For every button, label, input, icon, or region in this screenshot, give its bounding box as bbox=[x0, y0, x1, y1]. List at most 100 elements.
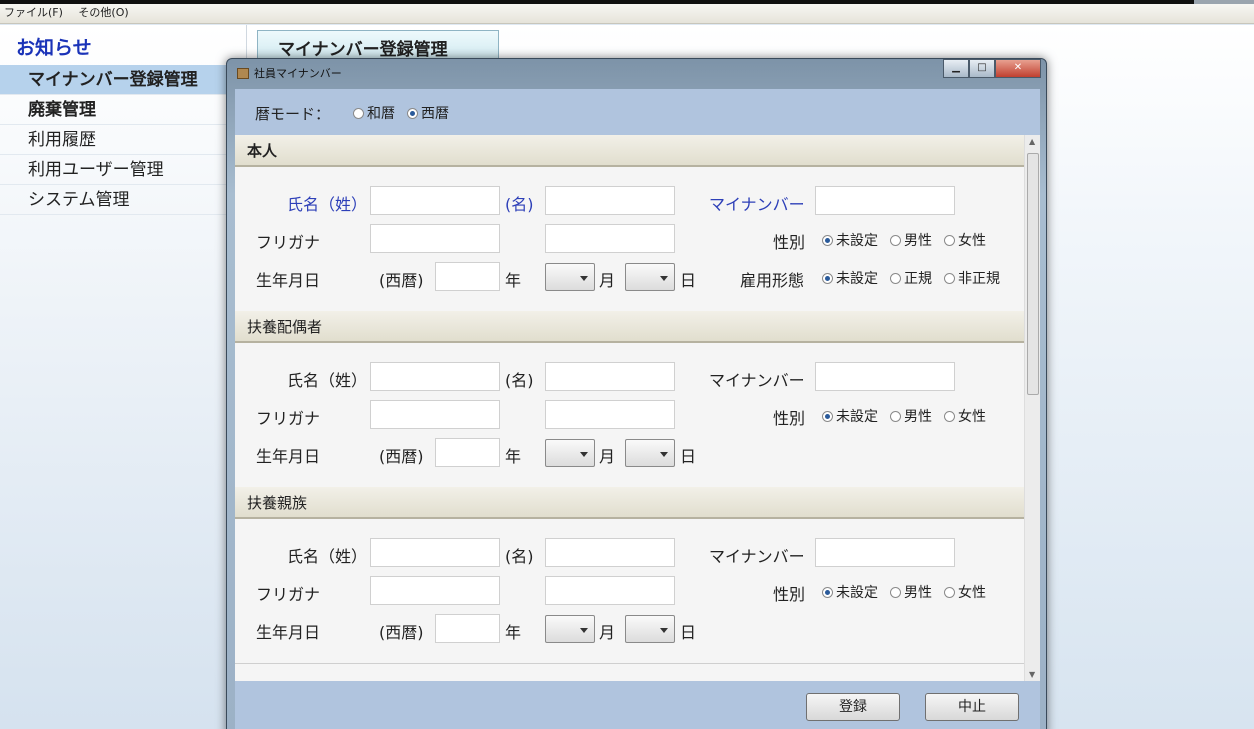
radio-spouse-gender-female[interactable]: 女性 bbox=[944, 406, 986, 426]
sidebar-nav: お知らせ マイナンバー登録管理 廃棄管理 利用履歴 利用ユーザー管理 システム管… bbox=[0, 25, 247, 729]
birth-month-dropdown[interactable] bbox=[545, 263, 595, 291]
vertical-scrollbar[interactable]: ▲ ▼ bbox=[1024, 135, 1040, 681]
spouse-birth-day-dropdown[interactable] bbox=[625, 439, 675, 467]
birth-year-input[interactable] bbox=[435, 262, 500, 291]
section-divider bbox=[235, 663, 1024, 664]
calendar-mode-options: 和暦 西暦 bbox=[353, 103, 461, 123]
radio-employment-regular[interactable]: 正規 bbox=[890, 268, 932, 288]
scroll-up-icon[interactable]: ▲ bbox=[1029, 137, 1035, 146]
scroll-down-icon[interactable]: ▼ bbox=[1029, 670, 1035, 679]
register-button[interactable]: 登録 bbox=[806, 693, 900, 721]
mynumber-label: マイナンバー bbox=[709, 195, 805, 214]
employee-mynumber-dialog: 社員マイナンバー ▁ □ ✕ 暦モード： 和暦 西暦 本人 氏名（姓） (名) … bbox=[226, 58, 1047, 729]
dependent-year-unit: 年 bbox=[505, 623, 522, 642]
spouse-gender-options: 未設定 男性 女性 bbox=[822, 406, 998, 426]
dependent-mynumber-label: マイナンバー bbox=[709, 547, 805, 566]
spouse-given-input[interactable] bbox=[545, 362, 675, 391]
dependent-surname-input[interactable] bbox=[370, 538, 500, 567]
dialog-title-text: 社員マイナンバー bbox=[254, 67, 342, 80]
dependent-furigana-given-input[interactable] bbox=[545, 576, 675, 605]
furigana-given-input[interactable] bbox=[545, 224, 675, 253]
spouse-furigana-given-input[interactable] bbox=[545, 400, 675, 429]
gender-label: 性別 bbox=[773, 233, 806, 252]
cancel-button[interactable]: 中止 bbox=[925, 693, 1019, 721]
radio-dependent-gender-male[interactable]: 男性 bbox=[890, 582, 932, 602]
spouse-furigana-label: フリガナ bbox=[256, 409, 321, 428]
app-menubar: ファイル(F) その他(O) bbox=[0, 4, 1254, 24]
radio-dependent-gender-unset[interactable]: 未設定 bbox=[822, 582, 878, 602]
section-heading-spouse: 扶養配偶者 bbox=[235, 311, 1024, 343]
calendar-mode-label: 暦モード： bbox=[255, 105, 331, 123]
sidebar-item-users[interactable]: 利用ユーザー管理 bbox=[0, 155, 247, 185]
dependent-gender-label: 性別 bbox=[773, 585, 806, 604]
nav-title[interactable]: お知らせ bbox=[16, 33, 92, 60]
dependent-given-label: (名) bbox=[505, 547, 534, 566]
spouse-birth-year-input[interactable] bbox=[435, 438, 500, 467]
radio-gender-male[interactable]: 男性 bbox=[890, 230, 932, 250]
radio-gender-female[interactable]: 女性 bbox=[944, 230, 986, 250]
dependent-birth-day-dropdown[interactable] bbox=[625, 615, 675, 643]
gender-options: 未設定 男性 女性 bbox=[822, 230, 998, 250]
dependent-mynumber-input[interactable] bbox=[815, 538, 955, 567]
radio-seireki[interactable]: 西暦 bbox=[407, 103, 449, 123]
radio-wareki[interactable]: 和暦 bbox=[353, 103, 395, 123]
section-heading-self: 本人 bbox=[235, 135, 1024, 167]
furigana-surname-input[interactable] bbox=[370, 224, 500, 253]
dependent-gender-options: 未設定 男性 女性 bbox=[822, 582, 998, 602]
year-unit: 年 bbox=[505, 271, 522, 290]
spouse-gender-label: 性別 bbox=[773, 409, 806, 428]
surname-label: 氏名（姓） bbox=[287, 195, 368, 214]
scrollbar-thumb[interactable] bbox=[1027, 153, 1039, 395]
spouse-birth-month-dropdown[interactable] bbox=[545, 439, 595, 467]
window-controls: ▁ □ ✕ bbox=[943, 59, 1041, 79]
spouse-year-unit: 年 bbox=[505, 447, 522, 466]
spouse-given-label: (名) bbox=[505, 371, 534, 390]
month-unit: 月 bbox=[599, 271, 616, 290]
spouse-surname-label: 氏名（姓） bbox=[287, 371, 368, 390]
birth-day-dropdown[interactable] bbox=[625, 263, 675, 291]
radio-employment-unset[interactable]: 未設定 bbox=[822, 268, 878, 288]
furigana-label: フリガナ bbox=[256, 233, 321, 252]
menu-other[interactable]: その他(O) bbox=[78, 6, 128, 19]
mynumber-input[interactable] bbox=[815, 186, 955, 215]
app-icon bbox=[237, 68, 249, 79]
sidebar-item-system[interactable]: システム管理 bbox=[0, 185, 247, 215]
radio-spouse-gender-unset[interactable]: 未設定 bbox=[822, 406, 878, 426]
spouse-surname-input[interactable] bbox=[370, 362, 500, 391]
spouse-mynumber-label: マイナンバー bbox=[709, 371, 805, 390]
dependent-month-unit: 月 bbox=[599, 623, 616, 642]
menu-file[interactable]: ファイル(F) bbox=[4, 6, 63, 19]
birthdate-label: 生年月日 bbox=[256, 271, 321, 290]
sidebar-item-history[interactable]: 利用履歴 bbox=[0, 125, 247, 155]
spouse-day-unit: 日 bbox=[680, 447, 697, 466]
radio-spouse-gender-male[interactable]: 男性 bbox=[890, 406, 932, 426]
minimize-button[interactable]: ▁ bbox=[943, 59, 969, 78]
dependent-birth-month-dropdown[interactable] bbox=[545, 615, 595, 643]
dependent-furigana-surname-input[interactable] bbox=[370, 576, 500, 605]
dependent-birthdate-label: 生年月日 bbox=[256, 623, 321, 642]
surname-input[interactable] bbox=[370, 186, 500, 215]
spouse-era-label: (西暦) bbox=[379, 447, 424, 466]
dependent-given-input[interactable] bbox=[545, 538, 675, 567]
calendar-mode-bar: 暦モード： 和暦 西暦 bbox=[235, 89, 1040, 135]
spouse-mynumber-input[interactable] bbox=[815, 362, 955, 391]
dependent-surname-label: 氏名（姓） bbox=[287, 547, 368, 566]
radio-dependent-gender-female[interactable]: 女性 bbox=[944, 582, 986, 602]
day-unit: 日 bbox=[680, 271, 697, 290]
given-name-input[interactable] bbox=[545, 186, 675, 215]
employment-label: 雇用形態 bbox=[740, 271, 805, 290]
spouse-furigana-surname-input[interactable] bbox=[370, 400, 500, 429]
radio-gender-unset[interactable]: 未設定 bbox=[822, 230, 878, 250]
spouse-month-unit: 月 bbox=[599, 447, 616, 466]
given-name-label: (名) bbox=[505, 195, 534, 214]
close-button[interactable]: ✕ bbox=[995, 59, 1041, 78]
section-heading-dependents: 扶養親族 bbox=[235, 487, 1024, 519]
sidebar-item-mynumber[interactable]: マイナンバー登録管理 bbox=[0, 65, 247, 95]
sidebar-item-disposal[interactable]: 廃棄管理 bbox=[0, 95, 247, 125]
form-scroll-area: 本人 氏名（姓） (名) マイナンバー フリガナ 性別 未設定 男性 女性 生年… bbox=[235, 135, 1040, 681]
dependent-birth-year-input[interactable] bbox=[435, 614, 500, 643]
maximize-button[interactable]: □ bbox=[969, 59, 995, 78]
spouse-birthdate-label: 生年月日 bbox=[256, 447, 321, 466]
radio-employment-nonregular[interactable]: 非正規 bbox=[944, 268, 1000, 288]
employment-options: 未設定 正規 非正規 bbox=[822, 268, 1012, 288]
